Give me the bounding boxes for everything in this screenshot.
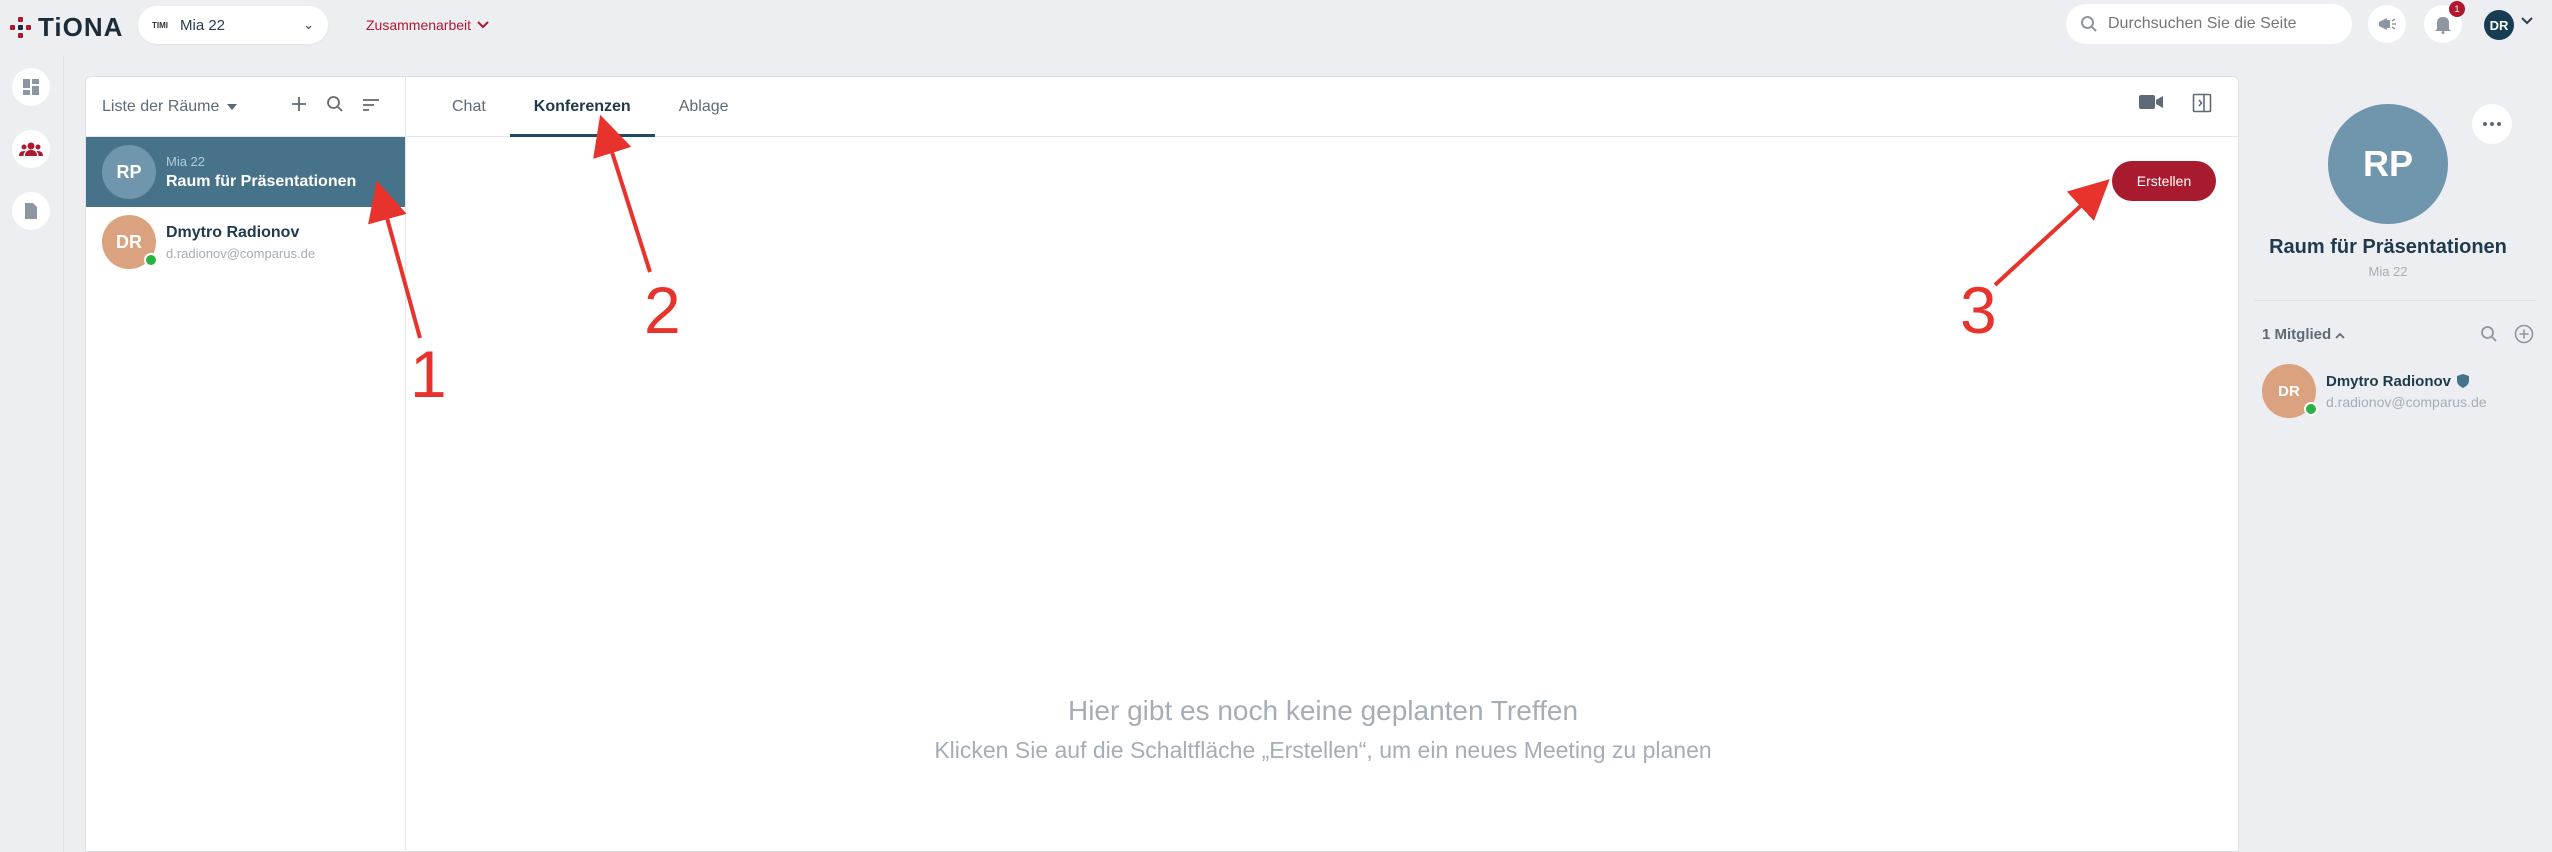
shield-icon: [2457, 374, 2470, 388]
room-details-avatar: RP: [2328, 104, 2448, 224]
member-name: Dmytro Radionov: [2326, 372, 2452, 390]
online-status-icon: [2304, 402, 2318, 416]
member-initials: DR: [2278, 382, 2300, 400]
annotation-number-2: 2: [644, 273, 681, 347]
logo[interactable]: TiONA: [10, 12, 123, 43]
annotation-number-3: 3: [1960, 273, 1997, 347]
caret-down-icon: [227, 103, 238, 110]
rail-collaboration-button[interactable]: [12, 130, 50, 168]
notifications-button[interactable]: 1: [2424, 1, 2465, 43]
chevron-down-icon[interactable]: [2520, 16, 2534, 26]
tab-conferences[interactable]: Konferenzen: [509, 98, 655, 137]
tab-chat[interactable]: Chat: [428, 98, 510, 136]
tab-actions: [2138, 93, 2212, 113]
video-camera-icon[interactable]: [2138, 93, 2164, 111]
member-avatar: DR: [2262, 364, 2318, 418]
members-toggle[interactable]: 1 Mitglied: [2262, 326, 2480, 343]
room-item-presentations[interactable]: RP Mia 22 Raum für Präsentationen: [86, 137, 405, 207]
members-count: 1 Mitglied: [2262, 325, 2332, 343]
room-details-subtitle: Mia 22: [2368, 264, 2408, 279]
search-box[interactable]: [2066, 4, 2352, 44]
empty-state-subtitle: Klicken Sie auf die Schaltfläche „Erstel…: [934, 737, 1712, 763]
contact-name: Dmytro Radionov: [166, 223, 300, 241]
add-member-icon[interactable]: [2514, 324, 2534, 344]
contact-initials: DR: [116, 231, 142, 252]
document-icon: [25, 203, 37, 219]
online-status-icon: [144, 253, 158, 267]
side-panel-toggle-icon[interactable]: [2192, 93, 2212, 113]
rail-dashboard-button[interactable]: [12, 68, 50, 106]
member-email: d.radionov@comparus.de: [2326, 393, 2487, 410]
user-avatar[interactable]: DR: [2484, 10, 2514, 40]
megaphone-icon: [2379, 18, 2396, 30]
notification-badge: 1: [2449, 1, 2465, 17]
nav-collaboration[interactable]: Zusammenarbeit: [366, 17, 489, 33]
search-icon: [327, 95, 343, 112]
create-meeting-button[interactable]: Erstellen: [2112, 161, 2216, 201]
rooms-title: Liste der Räume: [102, 97, 220, 115]
search-rooms-button[interactable]: [317, 95, 353, 119]
rooms-list-dropdown[interactable]: Liste der Räume: [102, 98, 281, 116]
announcements-button[interactable]: [2368, 5, 2406, 43]
more-horizontal-icon: [2483, 122, 2501, 126]
chevron-down-icon: ⌄: [303, 17, 314, 32]
plus-icon: [292, 97, 306, 111]
room-details-name: Raum für Präsentationen: [2269, 236, 2507, 258]
sort-rooms-button[interactable]: [353, 95, 389, 118]
room-details-panel: RP Raum für Präsentationen Mia 22 1 Mitg…: [2240, 56, 2552, 852]
members-header: 1 Mitglied: [2262, 324, 2534, 344]
rail-documents-button[interactable]: [12, 192, 50, 230]
divider: [2254, 300, 2536, 301]
rooms-header: Liste der Räume: [86, 77, 405, 137]
nav-collaboration-label: Zusammenarbeit: [366, 17, 472, 33]
add-room-button[interactable]: [281, 95, 317, 118]
top-bar: TiONA TIMI Mia 22 ⌄ Zusammenarbeit 1 DR: [0, 0, 2552, 54]
bell-icon: [2435, 17, 2451, 34]
main-card: Liste der Räume RP Mia 22 Raum für Präse…: [85, 76, 2240, 852]
search-input[interactable]: [2108, 15, 2328, 33]
sort-icon: [363, 99, 379, 111]
search-icon: [2081, 16, 2097, 32]
tiona-logo-icon: [10, 16, 32, 39]
rooms-panel: Liste der Räume RP Mia 22 Raum für Präse…: [86, 77, 406, 852]
room-subtitle: Mia 22: [166, 153, 206, 169]
company-logo: TIMI: [152, 20, 168, 30]
company-name: Mia 22: [180, 16, 226, 34]
left-rail: [0, 56, 64, 852]
contact-email: d.radionov@comparus.de: [166, 245, 316, 261]
people-icon: [19, 142, 43, 156]
chevron-up-icon: [2335, 332, 2345, 339]
room-name: Raum für Präsentationen: [166, 172, 357, 190]
room-avatar: RP: [102, 145, 156, 199]
logo-text: TiONA: [38, 12, 124, 42]
empty-state-title: Hier gibt es noch keine geplanten Treffe…: [1067, 695, 1579, 726]
content-area: Chat Konferenzen Ablage Erstellen Hier g…: [406, 77, 2240, 852]
more-options-button[interactable]: [2472, 104, 2512, 144]
dashboard-icon: [23, 79, 39, 95]
room-item-dmytro[interactable]: DR Dmytro Radionov d.radionov@comparus.d…: [86, 207, 405, 277]
tab-storage[interactable]: Ablage: [655, 98, 753, 136]
chevron-down-icon: [477, 21, 489, 29]
company-select[interactable]: TIMI Mia 22 ⌄: [138, 6, 328, 44]
search-icon[interactable]: [2480, 325, 2498, 343]
contact-avatar: DR: [102, 215, 158, 269]
annotation-number-1: 1: [410, 337, 447, 411]
member-item[interactable]: DR Dmytro Radionov d.radionov@comparus.d…: [2262, 364, 2487, 418]
tab-bar: Chat Konferenzen Ablage: [406, 77, 2240, 137]
